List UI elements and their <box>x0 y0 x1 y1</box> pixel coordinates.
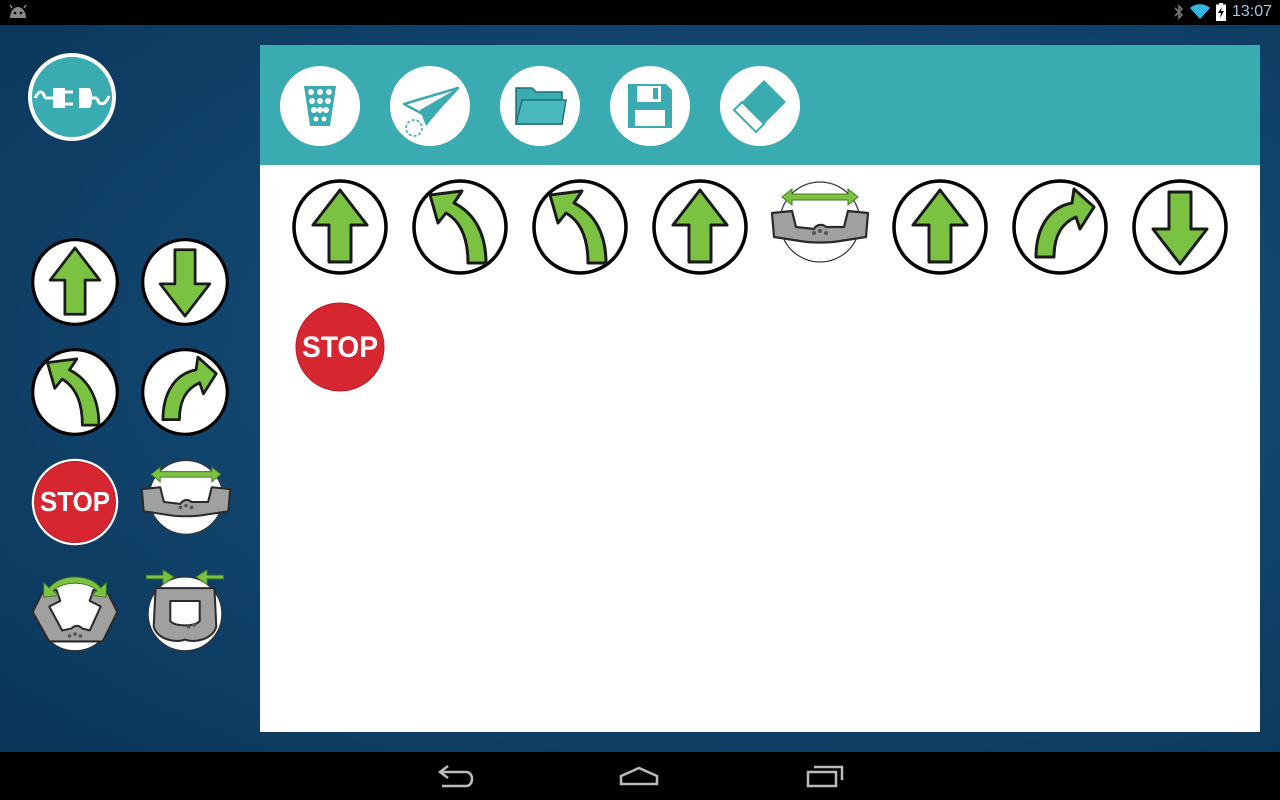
palette-stop-button[interactable]: STOP <box>29 456 121 548</box>
program-step-open-arms[interactable] <box>762 177 878 277</box>
palette-close-arms-button[interactable] <box>139 566 231 658</box>
arms-open-icon <box>137 456 235 548</box>
palette-turn-left-button[interactable] <box>29 346 121 438</box>
stop-label: STOP <box>40 486 110 517</box>
arrow-up-icon <box>29 236 121 328</box>
turn-left-icon <box>410 177 510 277</box>
battery-icon <box>1215 3 1226 21</box>
home-button[interactable] <box>614 762 664 792</box>
palette-open-arms-button[interactable] <box>137 456 235 548</box>
toolbar <box>260 45 1260 165</box>
stop-icon: STOP <box>29 456 121 548</box>
paper-plane-icon <box>390 66 470 146</box>
clock: 13:07 <box>1231 3 1272 20</box>
palette-forward-button[interactable] <box>29 236 121 328</box>
program-step-turn-left[interactable] <box>530 177 630 277</box>
program-step-forward[interactable] <box>290 177 390 277</box>
plug-icon <box>28 53 116 141</box>
turn-right-icon <box>139 346 231 438</box>
palette-turn-right-button[interactable] <box>139 346 231 438</box>
program-step-forward[interactable] <box>650 177 750 277</box>
floppy-disk-icon <box>610 66 690 146</box>
app-area: STOP STOP <box>0 25 1280 752</box>
send-program-button[interactable] <box>390 66 470 146</box>
arms-raise-icon <box>29 566 121 658</box>
program-workspace[interactable]: STOP <box>260 45 1260 732</box>
trash-icon <box>280 66 360 146</box>
program-step-stop[interactable]: STOP <box>290 297 390 397</box>
back-icon <box>437 765 474 788</box>
wifi-icon <box>1189 4 1210 20</box>
android-icon <box>8 5 28 19</box>
open-program-button[interactable] <box>500 66 580 146</box>
stop-label: STOP <box>302 331 378 364</box>
program-step-turn-right[interactable] <box>1010 177 1110 277</box>
program-step-turn-left[interactable] <box>410 177 510 277</box>
arrow-up-icon <box>290 177 390 277</box>
eraser-icon <box>720 66 800 146</box>
erase-button[interactable] <box>720 66 800 146</box>
turn-right-icon <box>1010 177 1110 277</box>
status-bar: 13:07 <box>0 0 1280 25</box>
palette-backward-button[interactable] <box>139 236 231 328</box>
arrow-up-icon <box>890 177 990 277</box>
save-program-button[interactable] <box>610 66 690 146</box>
bluetooth-icon <box>1174 4 1184 20</box>
clear-program-button[interactable] <box>280 66 360 146</box>
home-icon <box>619 766 659 786</box>
arms-close-icon <box>139 566 231 658</box>
back-button[interactable] <box>430 762 480 792</box>
arrow-down-icon <box>1130 177 1230 277</box>
palette-raise-arms-button[interactable] <box>29 566 121 658</box>
arms-open-icon <box>762 177 878 277</box>
navigation-bar <box>0 752 1280 800</box>
program-step-forward[interactable] <box>890 177 990 277</box>
recents-button[interactable] <box>800 762 850 792</box>
folder-icon <box>500 66 580 146</box>
stop-icon: STOP <box>290 297 390 397</box>
turn-left-icon <box>530 177 630 277</box>
arrow-down-icon <box>139 236 231 328</box>
recents-icon <box>806 765 844 788</box>
turn-left-icon <box>29 346 121 438</box>
connect-button[interactable] <box>27 52 117 142</box>
program-step-backward[interactable] <box>1130 177 1230 277</box>
arrow-up-icon <box>650 177 750 277</box>
